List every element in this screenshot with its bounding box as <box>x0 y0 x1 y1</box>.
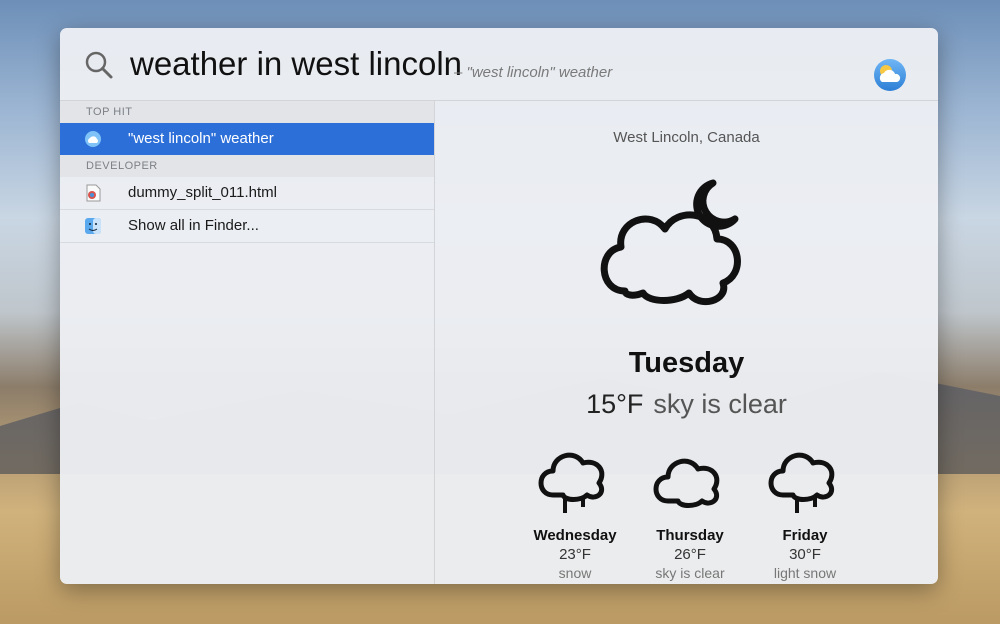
result-weather[interactable]: "west lincoln" weather <box>60 123 434 155</box>
forecast-temp: 30°F <box>789 546 821 563</box>
forecast-list: Wednesday 23°F snow Thursday 26°F sky is… <box>520 449 860 581</box>
forecast-day: Thursday 26°F sky is clear <box>635 449 745 581</box>
search-icon <box>85 51 113 79</box>
html-file-icon <box>86 184 101 202</box>
forecast-day-name: Thursday <box>656 527 724 544</box>
section-header-top-hit: TOP HIT <box>60 101 434 123</box>
forecast-condition: light snow <box>773 565 837 581</box>
weather-app-icon <box>874 59 906 91</box>
forecast-day: Wednesday 23°F snow <box>520 449 630 581</box>
light-snow-icon <box>768 452 835 513</box>
forecast-day: Friday 30°F light snow <box>750 449 860 581</box>
finder-icon <box>85 218 101 234</box>
search-input[interactable]: weather in west lincoln <box>130 45 462 83</box>
show-all-label: Show all in Finder... <box>128 217 259 234</box>
weather-preview: West Lincoln, Canada Tuesday 15°F sky is … <box>435 101 938 584</box>
section-header-developer: DEVELOPER <box>60 155 434 177</box>
weather-icon <box>85 131 101 147</box>
result-label: dummy_split_011.html <box>128 184 277 201</box>
result-label: "west lincoln" weather <box>128 130 274 147</box>
forecast-condition: snow <box>558 565 592 581</box>
search-bar[interactable]: weather in west lincoln – "west lincoln"… <box>60 28 938 101</box>
forecast-temp: 26°F <box>674 546 706 563</box>
today-temp: 15°F <box>586 389 644 419</box>
cloud-icon <box>653 458 720 508</box>
today-day: Tuesday <box>628 347 745 379</box>
forecast-condition: sky is clear <box>655 565 725 581</box>
weather-location: West Lincoln, Canada <box>613 129 760 146</box>
today-condition: sky is clear <box>653 389 787 419</box>
results-list: TOP HIT "west lincoln" weather DEVELOPER… <box>60 101 434 584</box>
forecast-day-name: Friday <box>782 527 828 544</box>
search-completion-hint: – "west lincoln" weather <box>454 64 613 81</box>
cloudy-night-icon <box>600 179 741 306</box>
forecast-day-name: Wednesday <box>533 527 617 544</box>
snow-icon <box>538 452 605 513</box>
forecast-temp: 23°F <box>559 546 591 563</box>
show-all-in-finder[interactable]: Show all in Finder... <box>60 210 434 243</box>
today-summary: 15°F sky is clear <box>435 389 938 420</box>
result-html-file[interactable]: dummy_split_011.html <box>60 177 434 210</box>
spotlight-window: weather in west lincoln – "west lincoln"… <box>60 28 938 584</box>
